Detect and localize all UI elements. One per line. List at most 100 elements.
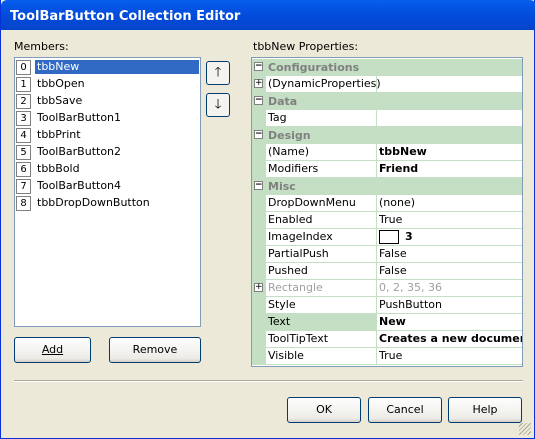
property-value[interactable] (377, 110, 522, 127)
remove-button[interactable]: Remove (109, 337, 201, 363)
category-label: Data (268, 95, 298, 108)
separator (14, 380, 523, 382)
cancel-button-label: Cancel (386, 403, 424, 416)
property-row[interactable]: PartialPush False (252, 246, 522, 263)
members-list[interactable]: 0 tbbNew 1 tbbOpen 2 tbbSave 3 ToolBarButton… (14, 57, 201, 327)
cancel-button[interactable]: Cancel (368, 397, 442, 423)
property-row-selected[interactable]: Text New (252, 314, 522, 331)
member-item[interactable]: 1 tbbOpen (16, 76, 199, 92)
member-name: tbbNew (35, 60, 199, 74)
category-label: Misc (268, 180, 296, 193)
property-value[interactable]: False (377, 246, 522, 263)
member-index: 3 (16, 110, 31, 126)
move-down-button[interactable]: 🡓 (206, 93, 230, 117)
property-value[interactable]: True (377, 212, 522, 229)
property-name: (Name) (266, 144, 377, 161)
property-row[interactable]: + Rectangle 0, 2, 35, 36 (252, 280, 522, 297)
remove-button-label: Remove (132, 343, 178, 356)
member-index: 1 (16, 76, 31, 92)
member-item[interactable]: 6 tbbBold (16, 161, 199, 177)
dialog-window: ToolBarButton Collection Editor Members:… (0, 0, 535, 439)
property-row[interactable]: (Name) tbbNew (252, 144, 522, 161)
member-item[interactable]: 0 tbbNew (16, 59, 199, 75)
member-name: tbbOpen (37, 77, 85, 90)
property-row[interactable]: Modifiers Friend (252, 161, 522, 178)
resize-grip-icon[interactable] (519, 423, 531, 435)
ok-button-label: OK (316, 403, 332, 416)
property-name: Tag (266, 110, 377, 127)
member-index: 2 (16, 93, 31, 109)
member-name: tbbBold (37, 162, 80, 175)
property-name: ToolTipText (266, 331, 377, 348)
member-index: 0 (16, 59, 31, 75)
property-name: Visible (266, 348, 377, 365)
expand-icon[interactable]: + (254, 79, 263, 88)
collapse-icon[interactable]: − (254, 96, 263, 105)
property-value[interactable]: Creates a new document (377, 331, 522, 348)
member-index: 6 (16, 161, 31, 177)
category-data[interactable]: − Data (252, 93, 522, 110)
property-value[interactable] (377, 76, 522, 93)
collapse-icon[interactable]: − (254, 181, 263, 190)
collapse-icon[interactable]: − (254, 62, 263, 71)
members-label: Members: (14, 40, 69, 53)
member-item[interactable]: 7 ToolBarButton4 (16, 178, 199, 194)
arrow-down-icon: 🡓 (214, 97, 222, 112)
member-item[interactable]: 2 tbbSave (16, 93, 199, 109)
property-row[interactable]: Visible True (252, 348, 522, 365)
member-item[interactable]: 3 ToolBarButton1 (16, 110, 199, 126)
add-button-label: Add (41, 343, 64, 356)
property-grid[interactable]: − Configurations + (DynamicProperties) − Da… (251, 57, 523, 367)
member-item[interactable]: 8 tbbDropDownButton (16, 195, 199, 211)
ok-button[interactable]: OK (287, 397, 361, 423)
property-name: Pushed (266, 263, 377, 280)
property-row[interactable]: + (DynamicProperties) (252, 76, 522, 93)
title-bar[interactable]: ToolBarButton Collection Editor (1, 0, 535, 30)
member-index: 4 (16, 127, 31, 143)
member-index: 7 (16, 178, 31, 194)
property-row[interactable]: Tag (252, 110, 522, 127)
arrow-up-icon: 🡑 (214, 65, 222, 80)
property-value[interactable]: True (377, 348, 522, 365)
property-value[interactable]: PushButton (377, 297, 522, 314)
property-name: Text (266, 314, 377, 331)
property-value[interactable]: New (377, 314, 522, 331)
category-label: Configurations (268, 61, 360, 74)
property-value[interactable]: 3 (377, 229, 522, 246)
property-name: PartialPush (266, 246, 377, 263)
property-name: DropDownMenu (266, 195, 377, 212)
property-row[interactable]: Pushed False (252, 263, 522, 280)
property-value[interactable]: False (377, 263, 522, 280)
property-row[interactable]: DropDownMenu (none) (252, 195, 522, 212)
property-value[interactable]: Friend (377, 161, 522, 178)
member-index: 8 (16, 195, 31, 211)
expand-icon[interactable]: + (254, 283, 263, 292)
property-value[interactable]: (none) (377, 195, 522, 212)
property-value[interactable]: tbbNew (377, 144, 522, 161)
member-index: 5 (16, 144, 31, 160)
collapse-icon[interactable]: − (254, 130, 263, 139)
property-name: Rectangle (266, 280, 377, 297)
category-configurations[interactable]: − Configurations (252, 59, 522, 76)
properties-label: tbbNew Properties: (253, 40, 359, 53)
member-item[interactable]: 4 tbbPrint (16, 127, 199, 143)
property-name: Modifiers (266, 161, 377, 178)
property-row[interactable]: ToolTipText Creates a new document (252, 331, 522, 348)
member-name: ToolBarButton1 (37, 111, 122, 124)
property-row[interactable]: Enabled True (252, 212, 522, 229)
category-design[interactable]: − Design (252, 127, 522, 144)
image-preview-icon (379, 230, 399, 244)
property-name: Style (266, 297, 377, 314)
member-item[interactable]: 5 ToolBarButton2 (16, 144, 199, 160)
move-up-button[interactable]: 🡑 (206, 61, 230, 85)
member-name: tbbSave (37, 94, 83, 107)
help-button-label: Help (472, 403, 498, 416)
member-name: ToolBarButton4 (37, 179, 122, 192)
property-value: 0, 2, 35, 36 (377, 280, 522, 297)
property-row[interactable]: Style PushButton (252, 297, 522, 314)
category-misc[interactable]: − Misc (252, 178, 522, 195)
add-button[interactable]: Add (14, 337, 91, 363)
help-button[interactable]: Help (448, 397, 522, 423)
property-row[interactable]: ImageIndex 3 (252, 229, 522, 246)
member-name: tbbDropDownButton (37, 196, 150, 209)
